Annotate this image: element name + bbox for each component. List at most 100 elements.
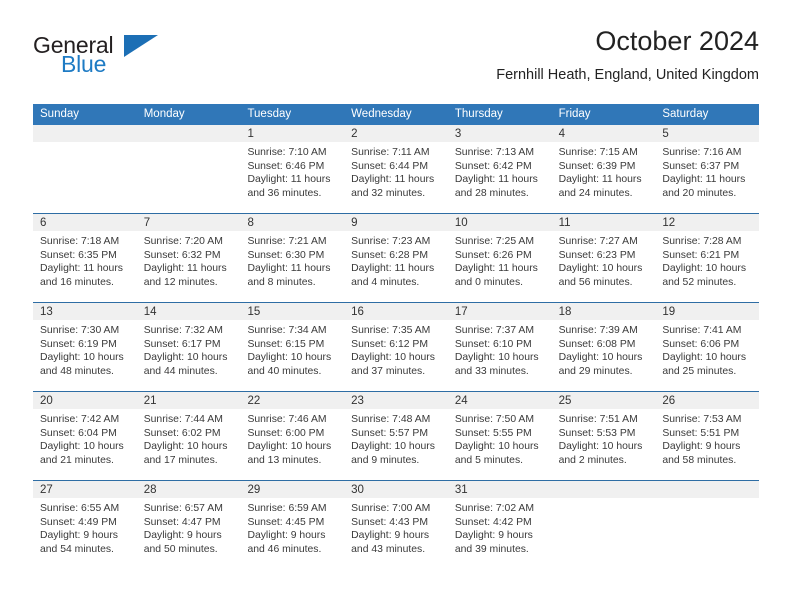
daylight-duration-line2: and 8 minutes.	[247, 276, 316, 288]
day-cell[interactable]: 13 Sunrise: 7:30 AM Sunset: 6:19 PM Dayligh…	[33, 303, 137, 391]
day-cell[interactable]: 1 Sunrise: 7:10 AM Sunset: 6:46 PM Daylight…	[240, 125, 344, 213]
day-cell[interactable]: 21 Sunrise: 7:44 AM Sunset: 6:02 PM Dayligh…	[137, 392, 241, 480]
sunrise-time: Sunrise: 7:48 AM	[351, 414, 431, 425]
calendar-week-row: 6 Sunrise: 7:18 AM Sunset: 6:35 PM Daylight…	[33, 213, 759, 302]
daylight-duration-line2: and 20 minutes.	[662, 187, 737, 199]
sunrise-time: Sunrise: 7:41 AM	[662, 325, 742, 336]
calendar-page: General Blue October 2024 Fernhill Heath…	[0, 0, 792, 612]
day-number: 17	[454, 306, 468, 318]
day-cell[interactable]: 25 Sunrise: 7:51 AM Sunset: 5:53 PM Dayligh…	[552, 392, 656, 480]
day-cell[interactable]: 30 Sunrise: 7:00 AM Sunset: 4:43 PM Dayligh…	[344, 481, 448, 569]
day-sun-info: Sunrise: 7:10 AM Sunset: 6:46 PM Daylight:…	[247, 146, 344, 200]
day-number: 2	[351, 128, 358, 140]
sunrise-time: Sunrise: 6:59 AM	[247, 503, 327, 514]
weekday-header-monday: Monday	[143, 108, 185, 120]
day-cell[interactable]: 15 Sunrise: 7:34 AM Sunset: 6:15 PM Dayligh…	[240, 303, 344, 391]
daylight-duration-line2: and 12 minutes.	[143, 276, 218, 288]
day-cell[interactable]: 2 Sunrise: 7:11 AM Sunset: 6:44 PM Daylight…	[344, 125, 448, 213]
daylight-duration-line2: and 16 minutes.	[40, 276, 114, 288]
day-cell[interactable]: 4 Sunrise: 7:15 AM Sunset: 6:39 PM Daylight…	[552, 125, 656, 213]
day-cell-empty	[137, 125, 241, 213]
daylight-duration-line1: Daylight: 11 hours	[454, 174, 538, 186]
day-cell[interactable]: 10 Sunrise: 7:25 AM Sunset: 6:26 PM Dayligh…	[448, 214, 552, 302]
day-cell[interactable]: 19 Sunrise: 7:41 AM Sunset: 6:06 PM Dayligh…	[655, 303, 759, 391]
weekday-header-saturday: Saturday	[662, 108, 709, 120]
daylight-duration-line2: and 25 minutes.	[662, 365, 737, 377]
sunrise-time: Sunrise: 7:42 AM	[40, 414, 120, 425]
day-sun-info: Sunrise: 7:34 AM Sunset: 6:15 PM Daylight:…	[247, 324, 344, 378]
daylight-duration-line2: and 52 minutes.	[662, 276, 737, 288]
day-cell[interactable]: 16 Sunrise: 7:35 AM Sunset: 6:12 PM Dayligh…	[344, 303, 448, 391]
daylight-duration-line1: Daylight: 11 hours	[558, 174, 642, 186]
day-cell[interactable]: 22 Sunrise: 7:46 AM Sunset: 6:00 PM Dayligh…	[240, 392, 344, 480]
day-cell[interactable]: 7 Sunrise: 7:20 AM Sunset: 6:32 PM Daylight…	[137, 214, 241, 302]
sunrise-time: Sunrise: 7:00 AM	[351, 503, 431, 514]
sunrise-time: Sunrise: 7:10 AM	[247, 147, 327, 158]
day-number: 1	[247, 128, 254, 140]
daylight-duration-line1: Daylight: 10 hours	[351, 441, 435, 453]
day-cell[interactable]: 12 Sunrise: 7:28 AM Sunset: 6:21 PM Dayligh…	[655, 214, 759, 302]
day-cell[interactable]: 3 Sunrise: 7:13 AM Sunset: 6:42 PM Daylight…	[448, 125, 552, 213]
weekday-header-tuesday: Tuesday	[247, 108, 292, 120]
sunrise-time: Sunrise: 6:55 AM	[40, 503, 120, 514]
day-sun-info: Sunrise: 7:48 AM Sunset: 5:57 PM Daylight:…	[351, 413, 448, 467]
day-cell[interactable]: 23 Sunrise: 7:48 AM Sunset: 5:57 PM Dayligh…	[344, 392, 448, 480]
sunset-time: Sunset: 6:35 PM	[40, 249, 117, 261]
day-cell[interactable]: 9 Sunrise: 7:23 AM Sunset: 6:28 PM Daylight…	[344, 214, 448, 302]
daylight-duration-line1: Daylight: 9 hours	[247, 530, 326, 542]
daylight-duration-line2: and 24 minutes.	[558, 187, 633, 199]
daylight-duration-line1: Daylight: 11 hours	[247, 174, 331, 186]
sunset-time: Sunset: 4:49 PM	[40, 516, 117, 528]
daylight-duration-line1: Daylight: 11 hours	[351, 174, 435, 186]
sunrise-time: Sunrise: 7:28 AM	[662, 236, 742, 247]
sunset-time: Sunset: 6:15 PM	[247, 338, 325, 350]
day-sun-info: Sunrise: 7:37 AM Sunset: 6:10 PM Daylight:…	[455, 324, 552, 378]
day-cell[interactable]: 5 Sunrise: 7:16 AM Sunset: 6:37 PM Daylight…	[655, 125, 759, 213]
day-cell[interactable]: 8 Sunrise: 7:21 AM Sunset: 6:30 PM Daylight…	[240, 214, 344, 302]
day-cell[interactable]: 20 Sunrise: 7:42 AM Sunset: 6:04 PM Dayligh…	[33, 392, 137, 480]
daylight-duration-line2: and 13 minutes.	[247, 454, 322, 466]
sunset-time: Sunset: 6:19 PM	[40, 338, 117, 350]
daylight-duration-line1: Daylight: 10 hours	[662, 263, 747, 275]
sunset-time: Sunset: 6:37 PM	[662, 160, 740, 172]
day-cell[interactable]: 28 Sunrise: 6:57 AM Sunset: 4:47 PM Dayligh…	[137, 481, 241, 569]
day-number: 6	[40, 217, 47, 229]
day-sun-info: Sunrise: 6:57 AM Sunset: 4:47 PM Daylight:…	[144, 502, 241, 556]
sunset-time: Sunset: 6:28 PM	[351, 249, 428, 261]
day-number: 10	[454, 217, 468, 229]
daylight-duration-line2: and 40 minutes.	[247, 365, 322, 377]
day-cell[interactable]: 17 Sunrise: 7:37 AM Sunset: 6:10 PM Dayligh…	[448, 303, 552, 391]
day-number: 9	[351, 217, 358, 229]
day-cell[interactable]: 29 Sunrise: 6:59 AM Sunset: 4:45 PM Dayligh…	[240, 481, 344, 569]
location-subtitle: Fernhill Heath, England, United Kingdom	[496, 67, 759, 83]
day-number: 28	[143, 484, 157, 496]
day-number: 12	[662, 217, 676, 229]
daylight-duration-line1: Daylight: 10 hours	[662, 352, 747, 364]
sunrise-time: Sunrise: 7:18 AM	[40, 236, 120, 247]
day-cell[interactable]: 18 Sunrise: 7:39 AM Sunset: 6:08 PM Dayligh…	[552, 303, 656, 391]
day-cell[interactable]: 26 Sunrise: 7:53 AM Sunset: 5:51 PM Dayligh…	[655, 392, 759, 480]
sunrise-time: Sunrise: 7:23 AM	[351, 236, 431, 247]
daylight-duration-line2: and 56 minutes.	[558, 276, 633, 288]
daylight-duration-line1: Daylight: 10 hours	[558, 263, 643, 275]
daylight-duration-line2: and 4 minutes.	[351, 276, 420, 288]
sunrise-time: Sunrise: 7:27 AM	[558, 236, 638, 247]
general-blue-logo[interactable]: General Blue	[33, 32, 213, 88]
day-number: 7	[143, 217, 151, 229]
daylight-duration-line1: Daylight: 10 hours	[558, 441, 643, 453]
daylight-duration-line1: Daylight: 10 hours	[143, 352, 228, 364]
day-cell[interactable]: 31 Sunrise: 7:02 AM Sunset: 4:42 PM Dayligh…	[448, 481, 552, 569]
daylight-duration-line1: Daylight: 10 hours	[351, 352, 435, 364]
daylight-duration-line2: and 29 minutes.	[558, 365, 633, 377]
daylight-duration-line1: Daylight: 11 hours	[662, 174, 746, 186]
day-cell[interactable]: 14 Sunrise: 7:32 AM Sunset: 6:17 PM Dayligh…	[137, 303, 241, 391]
day-cell[interactable]: 27 Sunrise: 6:55 AM Sunset: 4:49 PM Dayligh…	[33, 481, 137, 569]
sunset-time: Sunset: 6:04 PM	[40, 427, 117, 439]
daylight-duration-line2: and 36 minutes.	[247, 187, 322, 199]
day-cell[interactable]: 11 Sunrise: 7:27 AM Sunset: 6:23 PM Dayligh…	[552, 214, 656, 302]
daylight-duration-line1: Daylight: 10 hours	[558, 352, 643, 364]
day-cell[interactable]: 6 Sunrise: 7:18 AM Sunset: 6:35 PM Daylight…	[33, 214, 137, 302]
weekday-header-wednesday: Wednesday	[351, 108, 412, 120]
sunset-time: Sunset: 6:42 PM	[454, 160, 532, 172]
day-cell[interactable]: 24 Sunrise: 7:50 AM Sunset: 5:55 PM Dayligh…	[448, 392, 552, 480]
